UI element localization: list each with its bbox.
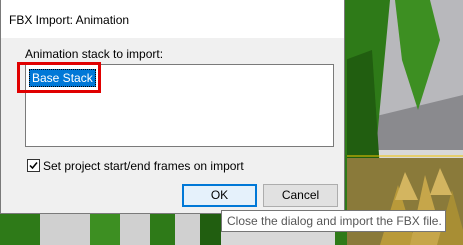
set-frames-checkbox[interactable] (27, 159, 40, 172)
checkmark-icon (29, 162, 38, 170)
annotation-highlight-box (17, 62, 101, 93)
set-frames-label[interactable]: Set project start/end frames on import (43, 159, 244, 173)
ok-button-tooltip: Close the dialog and import the FBX file… (221, 210, 446, 232)
ok-button[interactable]: OK (182, 184, 257, 207)
fbx-import-animation-dialog: FBX Import: Animation Animation stack to… (0, 0, 345, 214)
dialog-title: FBX Import: Animation (9, 13, 130, 27)
cancel-button[interactable]: Cancel (263, 184, 338, 207)
dialog-title-bar[interactable]: FBX Import: Animation (1, 0, 344, 38)
animation-stack-label: Animation stack to import: (25, 47, 164, 61)
